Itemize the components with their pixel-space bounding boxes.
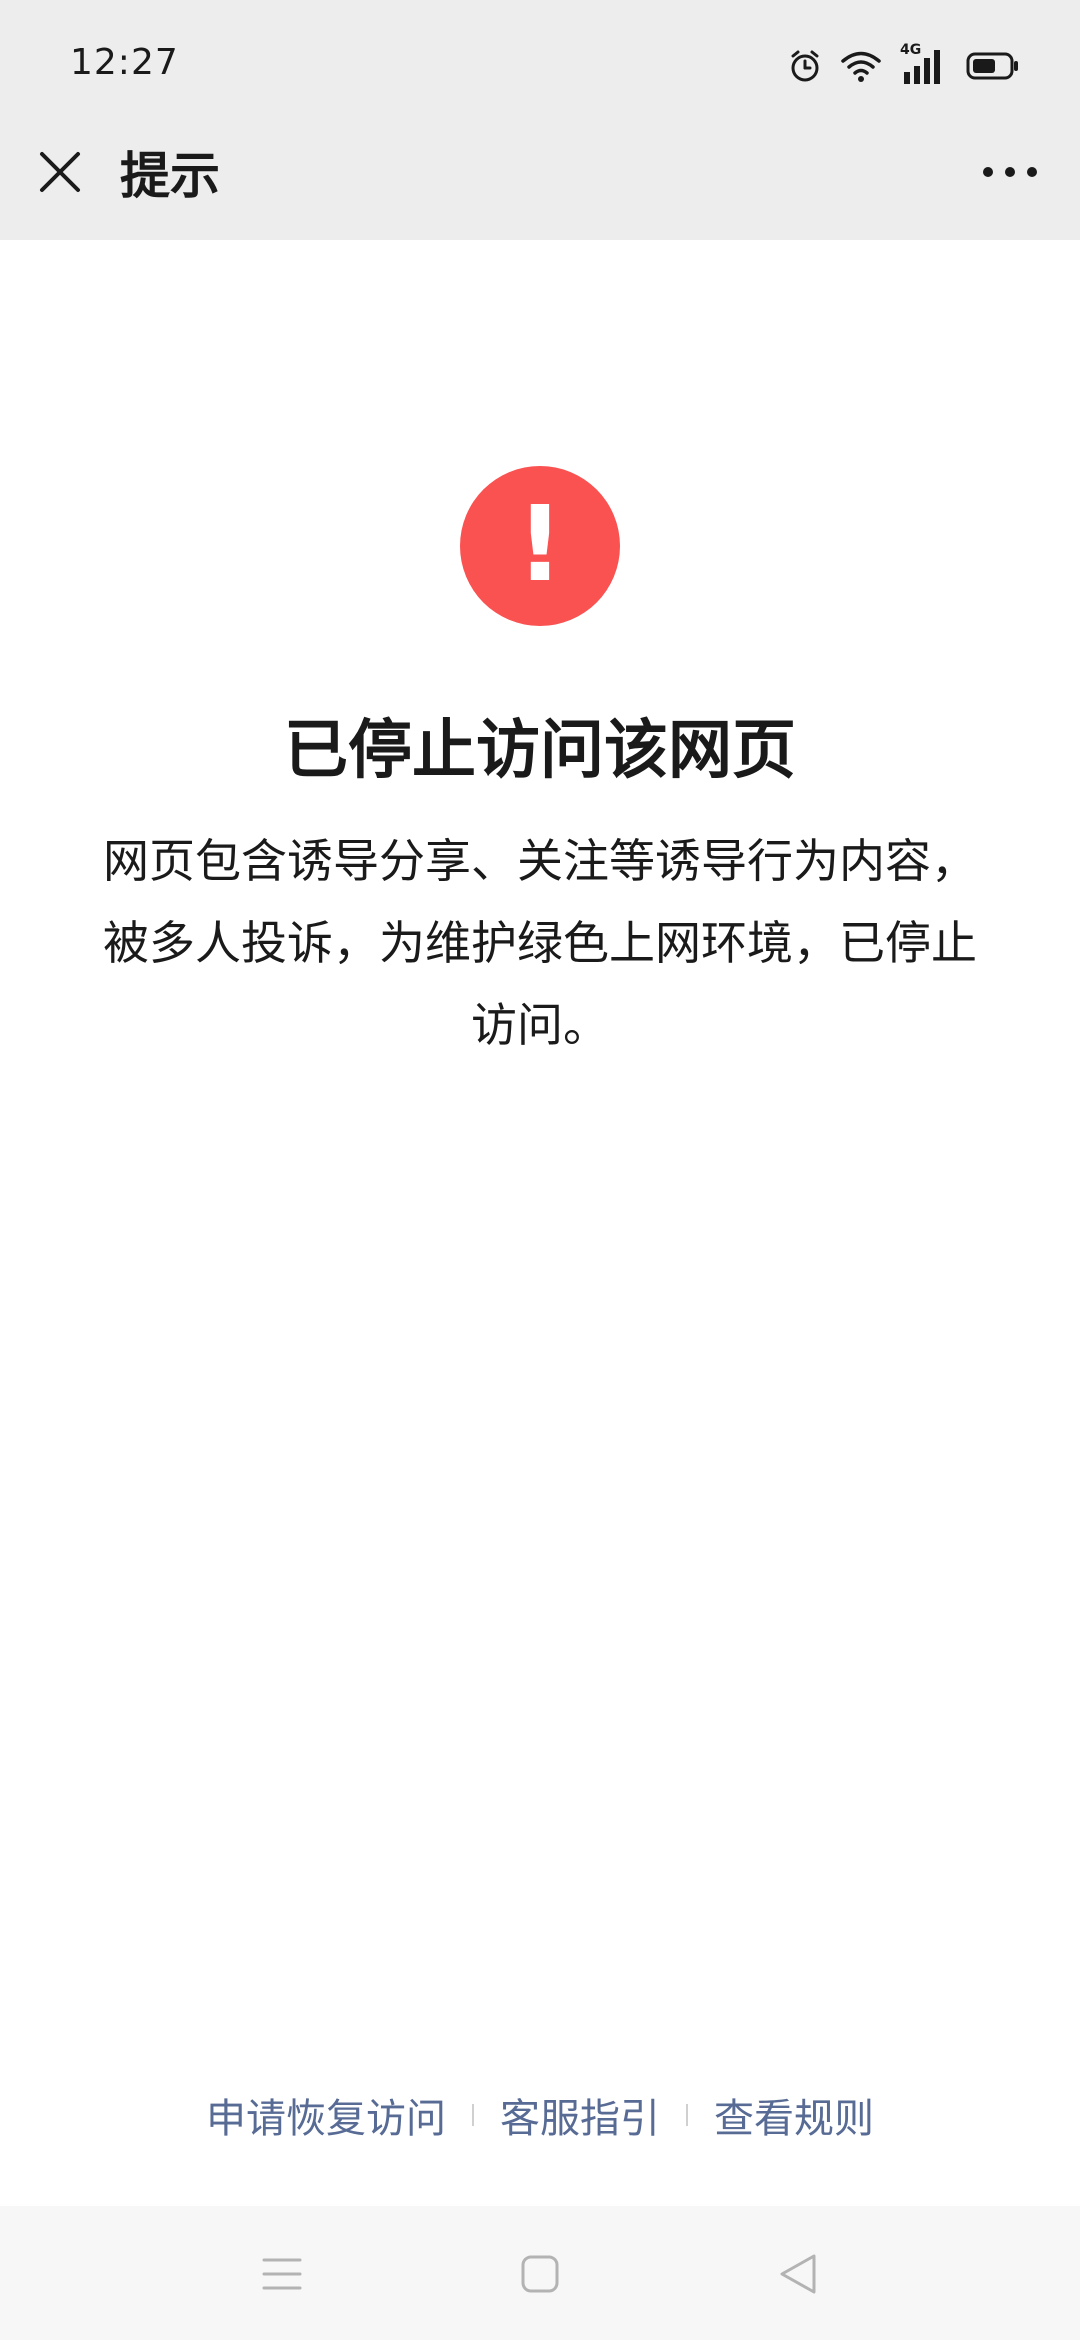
close-button[interactable] (28, 142, 92, 206)
more-button[interactable] (970, 142, 1050, 206)
view-rules-link[interactable]: 查看规则 (714, 2086, 874, 2144)
page: 12:27 4G 提示 ! 已停止访问该网页 网页包含诱导分享、关注等诱导行为内… (0, 0, 1080, 2340)
more-icon (980, 164, 1040, 184)
status-time: 12:27 (70, 42, 179, 83)
page-title: 提示 (120, 147, 220, 205)
error-heading: 已停止访问该网页 (284, 714, 796, 788)
customer-service-link[interactable]: 客服指引 (500, 2086, 660, 2144)
navigation-bar (0, 2206, 1080, 2340)
title-bar: 提示 (0, 130, 1080, 240)
request-restore-link[interactable]: 申请恢复访问 (206, 2086, 446, 2144)
alarm-icon (788, 49, 822, 83)
cellular-signal-icon: 4G (900, 42, 948, 86)
back-icon (778, 2252, 818, 2300)
close-icon (36, 148, 84, 200)
divider (472, 2104, 474, 2126)
error-message: 网页包含诱导分享、关注等诱导行为内容，被多人投诉，为维护绿色上网环境，已停止访问… (103, 834, 977, 1052)
alert-symbol: ! (516, 483, 563, 605)
battery-icon (966, 51, 1020, 81)
wifi-icon (840, 49, 882, 83)
back-button[interactable] (758, 2236, 838, 2316)
home-button[interactable] (500, 2236, 580, 2316)
footer-links: 申请恢复访问 客服指引 查看规则 (0, 2080, 1080, 2150)
alert-icon: ! (460, 466, 620, 626)
divider (686, 2104, 688, 2126)
home-icon (520, 2254, 560, 2298)
status-icons: 4G (788, 42, 1020, 88)
menu-button[interactable] (242, 2236, 322, 2316)
status-bar: 12:27 4G (0, 0, 1080, 130)
menu-icon (261, 2254, 303, 2298)
